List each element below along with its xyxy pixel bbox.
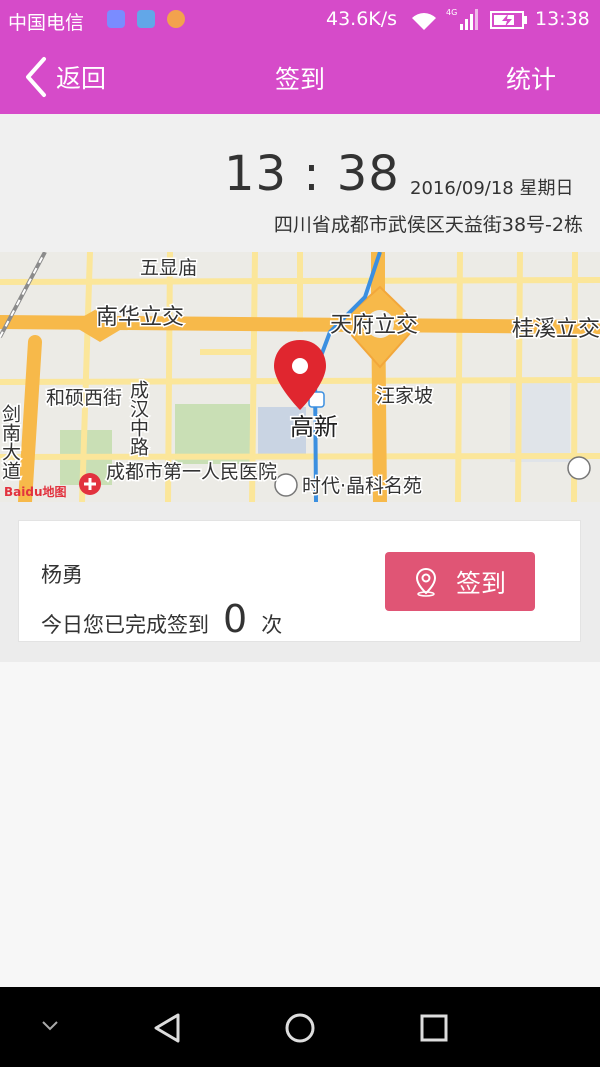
baidu-map-logo: Baidu地图 (4, 484, 67, 499)
map-label-shidai: 时代·晶科名苑 (302, 475, 422, 497)
collapse-chevron-icon[interactable] (38, 1018, 62, 1034)
map-canvas: 五显庙 南华立交 天府立交 桂溪立交 和硕西街 汪家坡 高新 成都市第一人民医院… (0, 252, 600, 502)
poi-building-icon (567, 456, 591, 480)
orange-app-icon (167, 10, 185, 28)
user-name: 杨勇 (41, 563, 83, 587)
wifi-icon (412, 13, 436, 30)
map-label-hospital: 成都市第一人民医院 (106, 461, 277, 483)
carrier-label: 中国电信 (8, 12, 85, 34)
location-pin-icon (415, 567, 436, 597)
signin-card: 杨勇 今日您已完成签到 0 次 签到 (18, 520, 581, 642)
signin-count: 0 (223, 597, 248, 641)
current-time: 13 : 38 (224, 146, 400, 202)
location-app-icon (107, 10, 125, 28)
status-time: 13:38 (535, 8, 590, 30)
battery-icon (490, 11, 527, 29)
signal-icon: 4G (446, 8, 478, 30)
nav-back-icon[interactable] (150, 1011, 184, 1045)
map-label-nanhua: 南华立交 (96, 305, 184, 330)
status-bar: 中国电信 43.6K/s 4G 13:38 (0, 0, 600, 40)
map-label-jiannan: 剑南大道 (0, 404, 21, 480)
signin-section: 杨勇 今日您已完成签到 0 次 签到 (0, 502, 600, 662)
time-panel: 13 : 38 2016/09/18 星期日 四川省成都市武侯区天益街38号-2… (0, 114, 600, 252)
android-app-icon (137, 10, 155, 28)
nav-recents-icon[interactable] (418, 1012, 450, 1044)
signin-count-prefix: 今日您已完成签到 (41, 613, 209, 637)
map-label-guixi: 桂溪立交 (512, 317, 600, 342)
map-label-chenghan: 成汉中路 (127, 380, 149, 456)
network-speed: 43.6K/s (326, 8, 398, 30)
signin-count-suffix: 次 (261, 613, 283, 637)
system-nav-bar (0, 987, 600, 1067)
map-label-wuxianmiao: 五显庙 (140, 257, 197, 279)
map-label-tianfu: 天府立交 (330, 313, 418, 338)
current-date: 2016/09/18 星期日 (410, 178, 574, 199)
map-view[interactable]: 五显庙 南华立交 天府立交 桂溪立交 和硕西街 汪家坡 高新 成都市第一人民医院… (0, 252, 600, 502)
poi-residence-icon (274, 473, 298, 497)
current-address: 四川省成都市武侯区天益街38号-2栋 (273, 214, 583, 236)
nav-home-icon[interactable] (283, 1011, 317, 1045)
signin-button[interactable]: 签到 (385, 552, 535, 611)
signin-button-label: 签到 (455, 568, 506, 598)
map-label-wangjiapo: 汪家坡 (376, 385, 433, 407)
map-label-heshuo: 和硕西街 (46, 387, 122, 409)
map-label-gaoxin: 高新 (290, 413, 338, 441)
app-bar: 返回 签到 统计 (0, 40, 600, 114)
network-type-label: 4G (446, 8, 457, 17)
signin-count-line: 今日您已完成签到 0 次 (41, 597, 282, 641)
statistics-button[interactable]: 统计 (506, 60, 556, 96)
